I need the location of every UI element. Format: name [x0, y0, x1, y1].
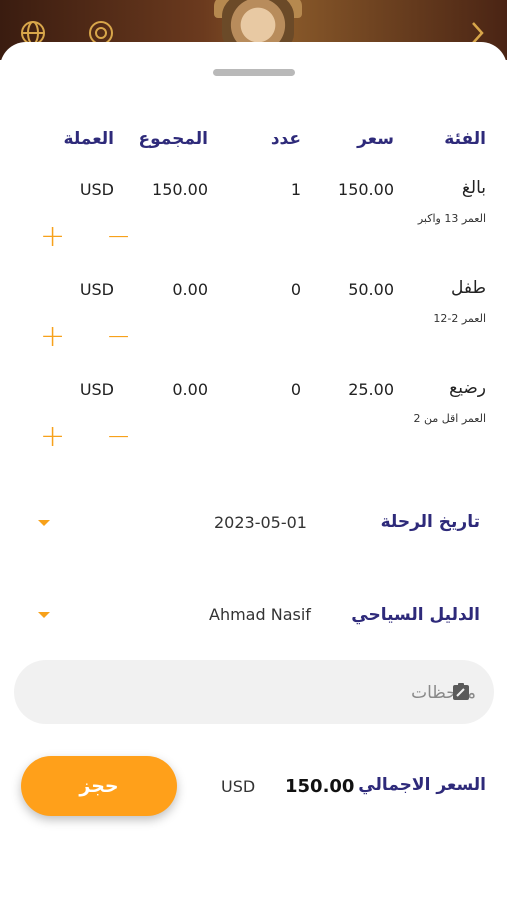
header-category: الفئة	[444, 129, 486, 149]
row-category: بالغ	[461, 178, 486, 198]
row-currency: USD	[79, 380, 114, 399]
edit-note-icon	[452, 682, 471, 705]
row-currency: USD	[79, 180, 114, 199]
trip-date-label: تاريخ الرحلة	[380, 512, 480, 532]
row-count: 0	[290, 280, 301, 299]
trip-date-value: 2023-05-01	[214, 513, 307, 532]
chevron-down-icon[interactable]	[38, 612, 50, 618]
row-price: 25.00	[348, 380, 394, 399]
row-category: طفل	[450, 278, 486, 298]
row-count: 0	[290, 380, 301, 399]
total-price-label: السعر الاجمالي	[358, 775, 486, 795]
plus-icon[interactable]: +	[40, 422, 65, 452]
row-price: 50.00	[348, 280, 394, 299]
minus-icon[interactable]: −	[106, 422, 131, 452]
minus-icon[interactable]: −	[106, 222, 131, 252]
chevron-down-icon[interactable]	[38, 520, 50, 526]
row-category: رضيع	[449, 378, 486, 398]
book-button[interactable]: حجز	[21, 756, 177, 816]
row-age-note: العمر اقل من 2	[413, 412, 486, 425]
row-currency: USD	[79, 280, 114, 299]
booking-sheet: الفئة سعر عدد المجموع العملة بالغ العمر …	[0, 42, 507, 900]
row-age-note: العمر 13 واكبر	[417, 212, 486, 225]
row-total: 150.00	[152, 180, 208, 199]
header-total: المجموع	[138, 129, 208, 149]
row-total: 0.00	[172, 380, 208, 399]
tour-guide-label: الدليل السياحي	[351, 605, 480, 625]
notes-field[interactable]	[14, 660, 494, 724]
total-currency: USD	[221, 777, 256, 796]
drag-handle[interactable]	[213, 69, 295, 76]
row-count: 1	[290, 180, 301, 199]
tour-guide-value: Ahmad Nasif	[209, 605, 311, 624]
row-total: 0.00	[172, 280, 208, 299]
total-price-value: 150.00	[285, 776, 355, 797]
plus-icon[interactable]: +	[40, 222, 65, 252]
header-count: عدد	[270, 129, 301, 149]
minus-icon[interactable]: −	[106, 322, 131, 352]
notes-input[interactable]	[74, 672, 478, 714]
header-currency: العملة	[63, 129, 114, 149]
row-age-note: العمر 2-12	[433, 312, 486, 325]
row-price: 150.00	[338, 180, 394, 199]
header-price: سعر	[357, 129, 394, 149]
plus-icon[interactable]: +	[40, 322, 65, 352]
